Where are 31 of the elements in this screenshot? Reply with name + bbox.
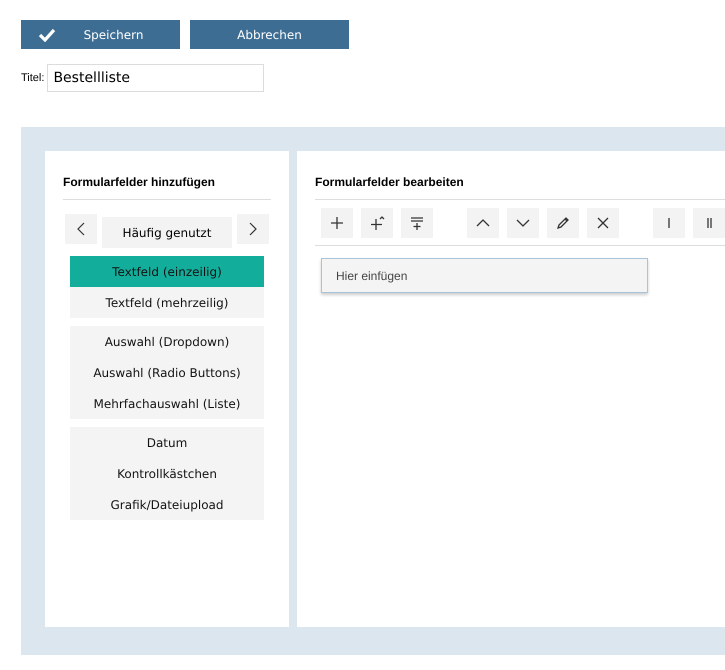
field-type-item[interactable]: Kontrollkästchen bbox=[70, 458, 264, 489]
field-type-item[interactable]: Textfeld (mehrzeilig) bbox=[70, 287, 264, 318]
lines-plus-icon bbox=[409, 215, 425, 231]
pencil-icon bbox=[555, 215, 571, 231]
close-icon bbox=[595, 215, 611, 231]
panel-heading: Formularfelder hinzufügen bbox=[63, 151, 271, 200]
title-label: Titel: bbox=[21, 72, 44, 84]
field-type-item[interactable]: Auswahl (Radio Buttons) bbox=[70, 357, 264, 388]
pencil-button[interactable] bbox=[547, 208, 579, 238]
field-type-item[interactable]: Grafik/Dateiupload bbox=[70, 489, 264, 520]
chevron-left-icon bbox=[77, 222, 85, 236]
field-type-item[interactable]: Auswahl (Dropdown) bbox=[70, 326, 264, 357]
field-type-item[interactable]: Mehrfachauswahl (Liste) bbox=[70, 388, 264, 419]
double-bar-icon bbox=[706, 218, 712, 228]
field-type-item[interactable]: Textfeld (einzeilig) bbox=[70, 256, 264, 287]
panel-heading: Formularfelder bearbeiten bbox=[315, 151, 725, 200]
category-label: Häufig genutzt bbox=[102, 217, 232, 248]
close-button[interactable] bbox=[587, 208, 619, 238]
title-field[interactable]: Bestellliste bbox=[47, 64, 264, 92]
cancel-button[interactable]: Abbrechen bbox=[190, 20, 349, 49]
lines-plus-button[interactable] bbox=[401, 208, 433, 238]
check-icon bbox=[38, 28, 56, 42]
save-button[interactable]: Speichern bbox=[21, 20, 180, 49]
plus-caret-icon bbox=[369, 215, 385, 231]
plus-icon bbox=[329, 215, 345, 231]
chevron-right-icon bbox=[249, 222, 257, 236]
double-bar-button[interactable] bbox=[693, 208, 725, 238]
field-type-item[interactable]: Datum bbox=[70, 427, 264, 458]
drop-zone[interactable]: Hier einfügen bbox=[321, 258, 648, 293]
plus-caret-button[interactable] bbox=[361, 208, 393, 238]
plus-button[interactable] bbox=[321, 208, 353, 238]
